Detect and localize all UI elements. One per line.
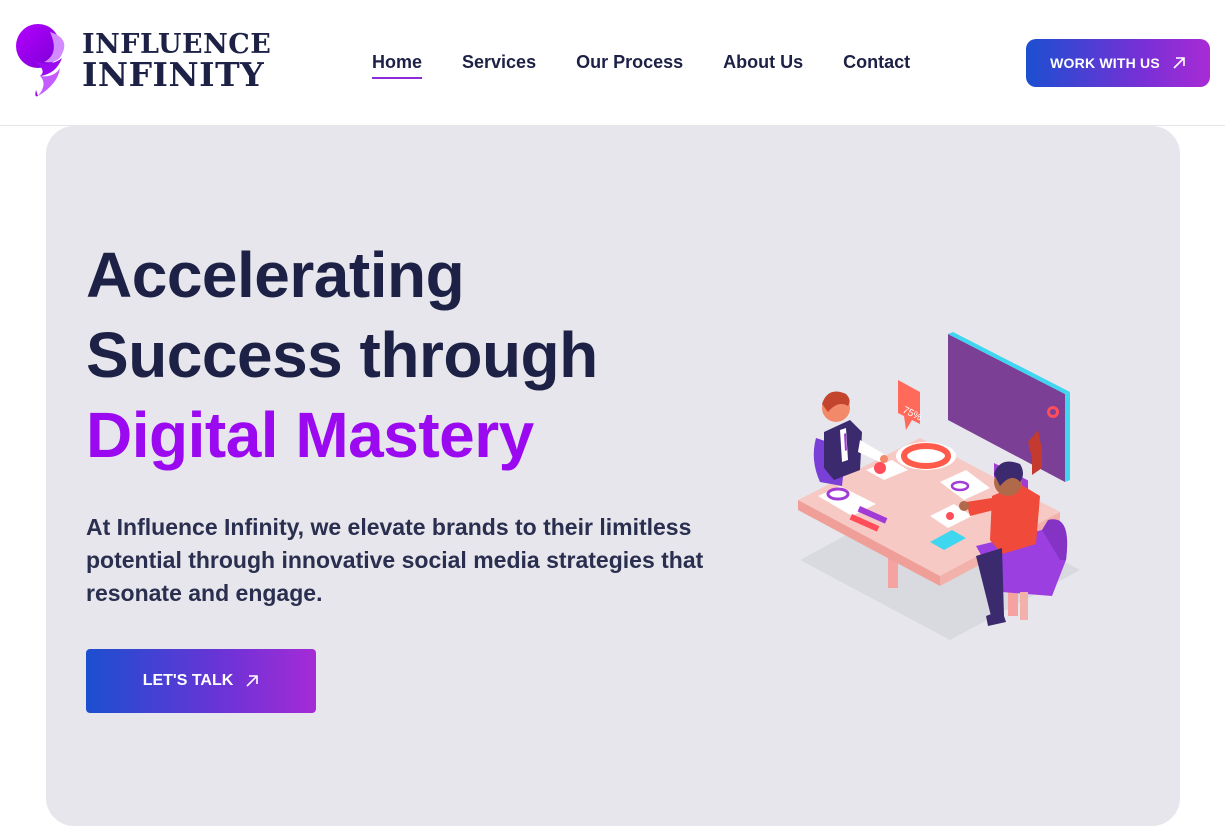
arrow-up-right-icon — [246, 675, 259, 687]
badge-label: 75% — [901, 405, 924, 424]
brand-wordmark: INFLUENCE INFINITY — [82, 30, 271, 94]
site-header: INFLUENCE INFINITY Home Services Our Pro… — [0, 0, 1225, 126]
brand-line-2: INFINITY — [82, 55, 265, 94]
brain-logo-icon — [16, 24, 65, 97]
brand-logo[interactable]: INFLUENCE INFINITY — [14, 24, 271, 102]
lets-talk-label: LET'S TALK — [142, 672, 234, 689]
team-meeting-illustration: 75% — [798, 332, 1080, 640]
work-with-us-label: WORK WITH US — [1050, 55, 1160, 71]
nav-item-contact[interactable]: Contact — [843, 52, 910, 79]
work-with-us-button[interactable]: WORK WITH US — [1026, 39, 1210, 87]
nav-item-our-process[interactable]: Our Process — [576, 52, 683, 79]
nav-item-about-us[interactable]: About Us — [723, 52, 803, 79]
nav-item-home[interactable]: Home — [372, 52, 423, 79]
hero-headline: Accelerating Success through Digital Mas… — [86, 235, 598, 475]
wall-screen — [948, 334, 1065, 482]
headline-line-2: Success through — [86, 319, 598, 391]
headline-line-1: Accelerating — [86, 239, 465, 311]
hero-description: At Influence Infinity, we elevate brands… — [86, 514, 704, 606]
main-nav: Home Services Our Process About Us Conta… — [372, 52, 950, 79]
lets-talk-button[interactable]: LET'S TALK — [86, 649, 316, 713]
nav-item-services[interactable]: Services — [462, 52, 536, 79]
headline-accent: Digital Mastery — [86, 399, 534, 471]
arrow-up-right-icon — [1173, 57, 1185, 69]
